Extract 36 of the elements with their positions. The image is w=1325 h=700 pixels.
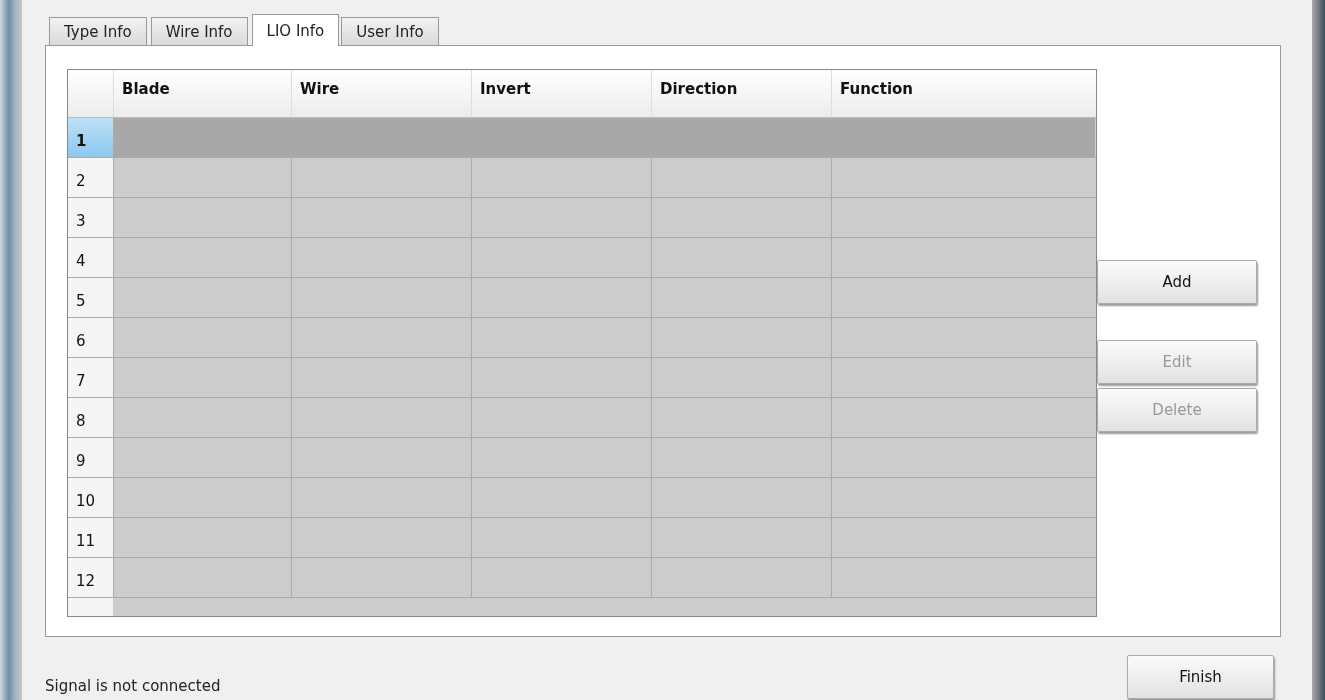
row-header[interactable]: 11 — [68, 518, 113, 557]
table-row[interactable]: 4 — [68, 238, 1096, 278]
row-header[interactable]: 5 — [68, 278, 113, 317]
row-header[interactable]: 2 — [68, 158, 113, 197]
row-header[interactable]: 1 — [68, 118, 113, 157]
tab[interactable]: User Info — [341, 17, 439, 45]
row-header[interactable]: 12 — [68, 558, 113, 597]
row-header[interactable]: 7 — [68, 358, 113, 397]
table-row[interactable]: 2 — [68, 158, 1096, 198]
table-row[interactable]: 3 — [68, 198, 1096, 238]
tab[interactable]: Wire Info — [150, 17, 248, 45]
table-row[interactable]: 9 — [68, 438, 1096, 478]
table-row[interactable]: 10 — [68, 478, 1096, 518]
tab[interactable]: LIO Info — [251, 14, 340, 46]
table-row[interactable]: 11 — [68, 518, 1096, 558]
row-header[interactable]: 4 — [68, 238, 113, 277]
row-header[interactable]: 8 — [68, 398, 113, 437]
row-header[interactable]: 9 — [68, 438, 113, 477]
column-header[interactable]: Function — [831, 70, 1095, 117]
table-row[interactable]: 6 — [68, 318, 1096, 358]
column-header[interactable]: Blade — [113, 70, 291, 117]
table-row[interactable]: 1 — [68, 118, 1096, 158]
finish-button[interactable]: Finish — [1127, 655, 1274, 699]
column-header[interactable]: Wire — [291, 70, 471, 117]
table-row[interactable]: 12 — [68, 558, 1096, 598]
column-header[interactable]: Invert — [471, 70, 651, 117]
row-header[interactable]: 6 — [68, 318, 113, 357]
table-row[interactable]: 7 — [68, 358, 1096, 398]
row-header[interactable]: 10 — [68, 478, 113, 517]
status-message: Signal is not connected — [45, 676, 221, 695]
table-row[interactable]: 5 — [68, 278, 1096, 318]
action-button[interactable]: Add — [1097, 260, 1257, 304]
column-header[interactable]: Direction — [651, 70, 831, 117]
tab[interactable]: Type Info — [49, 17, 147, 45]
table-row[interactable]: 8 — [68, 398, 1096, 438]
row-header[interactable]: 3 — [68, 198, 113, 237]
